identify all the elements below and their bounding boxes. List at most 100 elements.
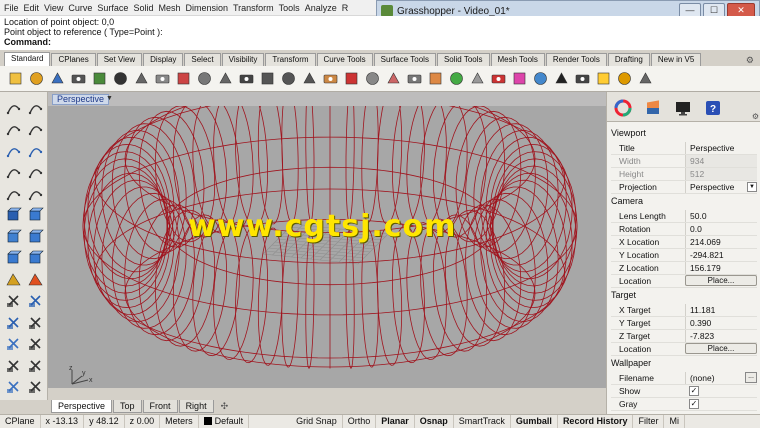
grasshopper-icon[interactable] xyxy=(615,70,633,88)
save-icon[interactable] xyxy=(48,70,66,88)
camera-value[interactable]: -294.821 xyxy=(685,249,757,261)
menu-solid[interactable]: Solid xyxy=(133,3,158,13)
toggle-planar[interactable]: Planar xyxy=(376,414,415,428)
tab-new-in-v5[interactable]: New in V5 xyxy=(650,53,702,66)
print-icon[interactable] xyxy=(69,70,87,88)
place-button[interactable]: Place... xyxy=(685,275,757,286)
toolbar-options-icon[interactable]: ⚙ xyxy=(746,55,754,66)
polygon-icon[interactable] xyxy=(4,184,22,202)
dimension-icon[interactable] xyxy=(26,313,44,331)
hide-icon[interactable] xyxy=(447,70,465,88)
extrude-icon[interactable] xyxy=(26,206,44,224)
toggle-smarttrack[interactable]: SmartTrack xyxy=(454,414,511,428)
mesh-icon[interactable] xyxy=(4,270,22,288)
box-icon[interactable] xyxy=(4,227,22,245)
cylinder-icon[interactable] xyxy=(26,249,44,267)
move-icon[interactable] xyxy=(4,313,22,331)
menu-dimension[interactable]: Dimension xyxy=(185,3,233,13)
pan-icon[interactable] xyxy=(195,70,213,88)
fillet-icon[interactable] xyxy=(26,184,44,202)
color-wheel-icon[interactable] xyxy=(613,98,633,118)
rectangle-icon[interactable] xyxy=(26,163,44,181)
select-icon[interactable] xyxy=(4,98,22,116)
target-value[interactable]: 0.390 xyxy=(685,317,757,329)
browse-button[interactable]: ... xyxy=(745,372,757,383)
toggle-grid-snap[interactable]: Grid Snap xyxy=(291,414,343,428)
text-icon[interactable] xyxy=(4,378,22,396)
new-icon[interactable] xyxy=(6,70,24,88)
tab-set-view[interactable]: Set View xyxy=(96,53,143,66)
tab-display[interactable]: Display xyxy=(143,53,184,66)
viewport-tab-right[interactable]: Right xyxy=(178,400,214,413)
viewport-tab-perspective[interactable]: Perspective xyxy=(51,400,113,413)
menu-view[interactable]: View xyxy=(44,3,68,13)
curve-icon[interactable] xyxy=(26,120,44,138)
tab-curve-tools[interactable]: Curve Tools xyxy=(316,53,373,66)
copy-icon[interactable] xyxy=(132,70,150,88)
circle-icon[interactable] xyxy=(4,141,22,159)
cplane-icon[interactable] xyxy=(384,70,402,88)
status-layer[interactable]: Default xyxy=(199,414,250,428)
toggle-ortho[interactable]: Ortho xyxy=(343,414,377,428)
status-units[interactable]: Meters xyxy=(160,414,199,428)
show-checkbox[interactable]: ✓ xyxy=(689,386,699,396)
menu-transform[interactable]: Transform xyxy=(233,3,279,13)
tab-select[interactable]: Select xyxy=(184,53,221,66)
viewport-menu-arrow-icon[interactable]: ▼ xyxy=(106,95,113,102)
options-icon[interactable] xyxy=(636,70,654,88)
rotate-icon[interactable] xyxy=(4,356,22,374)
cut-icon[interactable] xyxy=(111,70,129,88)
lock-icon[interactable] xyxy=(468,70,486,88)
toggle-osnap[interactable]: Osnap xyxy=(415,414,454,428)
viewport-value[interactable]: Perspective xyxy=(685,142,757,154)
menu-tools[interactable]: Tools xyxy=(279,3,305,13)
scale-icon[interactable] xyxy=(26,356,44,374)
shaded-icon[interactable] xyxy=(573,70,591,88)
menu-edit[interactable]: Edit xyxy=(24,3,45,13)
paste-icon[interactable] xyxy=(153,70,171,88)
help-icon[interactable]: ? xyxy=(703,98,723,118)
camera-value[interactable]: 214.069 xyxy=(685,236,757,248)
wedge-icon[interactable] xyxy=(26,270,44,288)
projection-dropdown-icon[interactable]: ▼ xyxy=(747,182,757,192)
rotate-view-icon[interactable] xyxy=(216,70,234,88)
grid-icon[interactable] xyxy=(363,70,381,88)
car-icon[interactable] xyxy=(342,70,360,88)
material-icon[interactable] xyxy=(643,98,663,118)
tab-visibility[interactable]: Visibility xyxy=(221,53,265,66)
menu-curve[interactable]: Curve xyxy=(68,3,97,13)
zoom-extents-icon[interactable] xyxy=(279,70,297,88)
render-icon[interactable] xyxy=(489,70,507,88)
sphere-icon[interactable] xyxy=(26,227,44,245)
panel-options-icon[interactable]: ⚙ xyxy=(752,112,759,121)
menu-r[interactable]: R xyxy=(342,3,354,13)
zoom-selected-icon[interactable] xyxy=(300,70,318,88)
import-icon[interactable] xyxy=(90,70,108,88)
viewport-tab-front[interactable]: Front xyxy=(142,400,178,413)
tab-standard[interactable]: Standard xyxy=(4,52,51,66)
camera-value[interactable]: 0.0 xyxy=(685,223,757,235)
menu-file[interactable]: File xyxy=(4,3,24,13)
arc-icon[interactable] xyxy=(4,163,22,181)
toggle-record-history[interactable]: Record History xyxy=(558,414,634,428)
viewport-title[interactable]: Perspective xyxy=(52,94,110,105)
perspective-viewport[interactable]: www.cgtsj.com z x y xyxy=(48,106,606,388)
light-icon[interactable] xyxy=(594,70,612,88)
block-icon[interactable] xyxy=(26,378,44,396)
color-icon[interactable] xyxy=(510,70,528,88)
zoom-icon[interactable] xyxy=(237,70,255,88)
ellipse-icon[interactable] xyxy=(26,141,44,159)
polyline-icon[interactable] xyxy=(4,120,22,138)
command-prompt[interactable]: Command: xyxy=(4,37,756,47)
menu-surface[interactable]: Surface xyxy=(97,3,133,13)
tab-solid-tools[interactable]: Solid Tools xyxy=(436,53,490,66)
point-icon[interactable] xyxy=(26,98,44,116)
monitor-icon[interactable] xyxy=(673,98,693,118)
tab-cplanes[interactable]: CPlanes xyxy=(51,53,96,66)
menu-analyze[interactable]: Analyze xyxy=(305,3,342,13)
undo-icon[interactable] xyxy=(174,70,192,88)
group-icon[interactable] xyxy=(4,335,22,353)
sphere-icon[interactable] xyxy=(552,70,570,88)
point-display-icon[interactable] xyxy=(405,70,423,88)
explode-icon[interactable] xyxy=(4,292,22,310)
